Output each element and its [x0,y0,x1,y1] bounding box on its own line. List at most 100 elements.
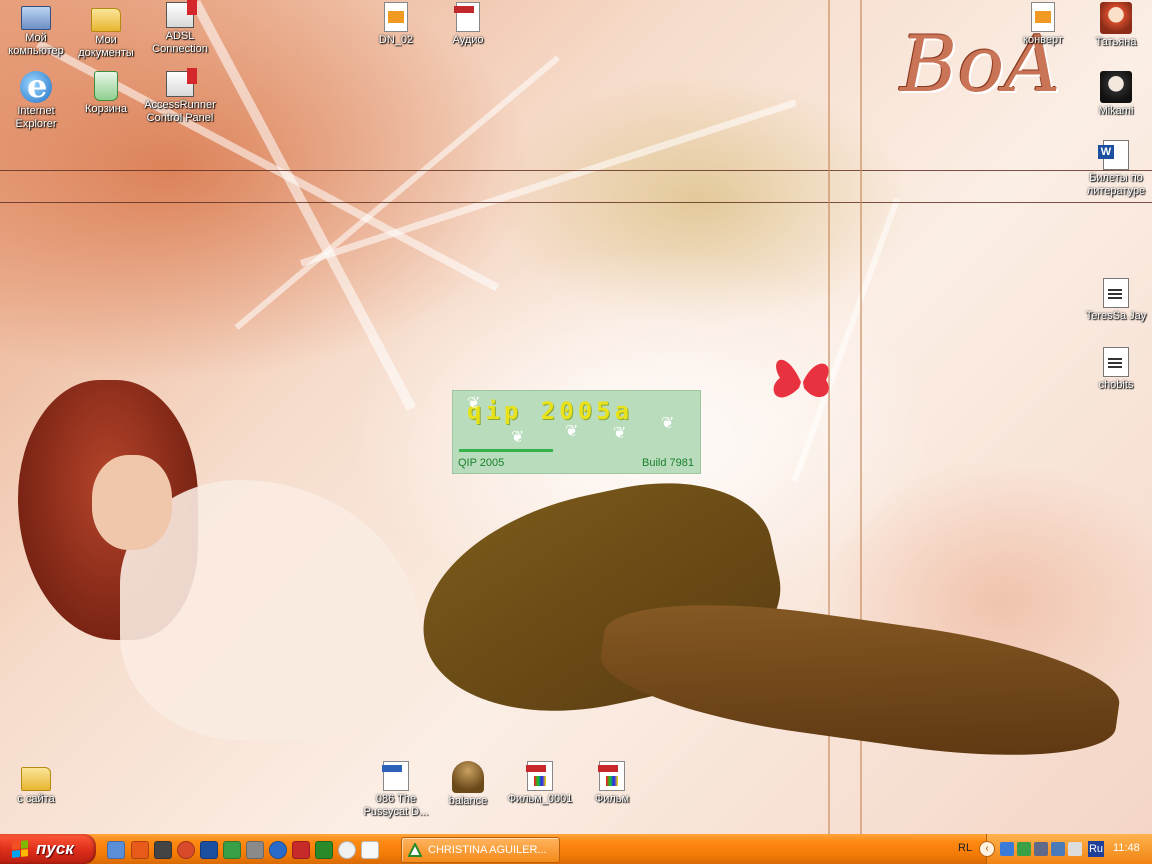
quicklaunch-app-icon[interactable] [338,841,356,859]
icon-teressa-jay[interactable]: TeresSa Jay [1080,278,1152,323]
wallpaper-line [0,170,1152,171]
icon-audio[interactable]: Аудио [432,2,504,47]
tray-language-icon[interactable]: Ru [1088,841,1104,857]
computer-icon [21,6,51,30]
icon-label: конверт [1023,34,1063,46]
start-label: пуск [36,839,74,858]
wallpaper-line [0,202,1152,203]
icon-bilety[interactable]: Билеты по литературе [1080,140,1152,198]
quicklaunch-notepad-icon[interactable] [361,841,379,859]
icon-label: DN_02 [378,34,414,46]
icon-label: chobits [1098,379,1134,391]
quicklaunch-word-icon[interactable] [200,841,218,859]
icon-film[interactable]: Фильм [576,761,648,806]
icon-pussycat-mp3[interactable]: 086 The Pussycat D... [360,761,432,819]
quicklaunch-show-desktop-icon[interactable] [107,841,125,859]
icon-label: Фильм [594,793,630,805]
language-indicator[interactable]: RL [958,842,972,854]
tray-volume-icon[interactable] [1068,842,1082,856]
internet-explorer-icon [20,67,52,105]
icon-label: Internet Explorer [15,105,57,130]
tray-network-icon[interactable] [1051,842,1065,856]
tray-expand-icon[interactable]: ‹ [979,841,995,857]
icon-adsl-connection[interactable]: ADSL Connection [144,0,216,56]
icon-accessrunner[interactable]: AccessRunner Control Panel [144,68,216,125]
icon-s-saita[interactable]: с сайта [0,761,72,806]
icon-label: Фильм_0001 [507,793,573,805]
splash-progress-bar [459,449,553,452]
icon-label: Аудио [452,34,484,46]
icon-mikami[interactable]: Mikami [1080,71,1152,118]
audio-file-icon [454,2,480,32]
butterfly-icon [773,359,829,398]
quicklaunch-firefox-icon[interactable] [131,841,149,859]
icon-konvert[interactable]: конверт [1007,2,1079,47]
icon-label: 086 The Pussycat D... [363,793,429,818]
word-document-icon [1098,140,1129,170]
video-file-icon [526,761,553,791]
tray-butterfly-icon[interactable] [1000,842,1014,856]
icon-label: Корзина [85,103,127,115]
icon-chobits[interactable]: chobits [1080,347,1152,392]
icon-my-documents[interactable]: Мои документы [70,2,142,60]
splash-app-name: QIP 2005 [458,457,505,469]
wallpaper-figure-face [92,455,172,550]
icon-film-0001[interactable]: Фильм_0001 [504,761,576,806]
butterfly-icon: ❦ [661,415,675,432]
text-file-icon [1103,278,1129,308]
quicklaunch-triangle-icon[interactable] [223,841,241,859]
icon-label: Mikami [1098,105,1134,117]
icon-label: Мой компьютер [8,32,64,57]
splash-build: Build 7981 [642,457,694,469]
clock[interactable]: 11:48 [1113,842,1140,854]
text-file-icon [1103,347,1129,377]
icon-label: balance [448,795,488,807]
icon-label: с сайта [17,793,55,805]
control-panel-icon [166,68,197,97]
icon-label: TeresSa Jay [1085,310,1147,322]
icon-internet-explorer[interactable]: Internet Explorer [0,67,72,131]
image-file-icon [1100,71,1132,103]
quicklaunch-app-icon[interactable] [246,841,264,859]
quicklaunch-media-icon[interactable] [177,841,195,859]
video-file-icon [598,761,625,791]
tray-network-icon[interactable] [1034,842,1048,856]
desktop: BoA Мой компьютер Мои документы ADSL Con… [0,0,1152,834]
icon-label: AccessRunner Control Panel [144,99,216,124]
media-file-icon [384,2,408,32]
windows-logo-icon [12,840,28,858]
folder-icon [21,767,51,791]
quicklaunch-film-icon[interactable] [154,841,172,859]
recycle-bin-icon [94,71,118,101]
task-title: CHRISTINA AGUILER... [428,844,547,856]
icon-label: Мои документы [78,34,134,59]
qip-splash-screen: qip 2005a ❦ ❦ ❦ ❦ ❦ QIP 2005 Build 7981 [452,390,701,474]
image-file-icon [1100,2,1132,34]
wallpaper-streak [300,99,797,267]
butterfly-icon: ❦ [565,423,579,440]
quicklaunch-app-icon[interactable] [315,841,333,859]
butterfly-icon: ❦ [511,429,525,446]
network-connection-icon [166,0,197,28]
icon-balance[interactable]: balance [432,761,504,808]
icon-tatyana[interactable]: Татьяна [1080,2,1152,49]
media-file-icon [1031,2,1055,32]
quicklaunch-app-icon[interactable] [292,841,310,859]
icon-recycle-bin[interactable]: Корзина [70,71,142,116]
icon-dn02[interactable]: DN_02 [360,2,432,47]
icon-label: Татьяна [1095,36,1137,48]
documents-folder-icon [91,8,121,32]
tray-triangle-icon[interactable] [1017,842,1031,856]
quicklaunch-app-icon[interactable] [269,841,287,859]
butterfly-icon: ❦ [613,425,627,442]
taskbar-button-player[interactable]: CHRISTINA AGUILER... [401,837,560,863]
start-button[interactable]: пуск [0,834,96,864]
icon-my-computer[interactable]: Мой компьютер [0,2,72,58]
splash-brand: qip 2005a [467,397,634,425]
icon-label: Билеты по литературе [1086,172,1146,197]
icon-label: ADSL Connection [152,30,208,55]
triangle-app-icon [408,843,422,857]
mp3-file-icon [382,761,409,791]
butterfly-icon: ❦ [467,395,481,412]
balance-app-icon [452,761,484,793]
